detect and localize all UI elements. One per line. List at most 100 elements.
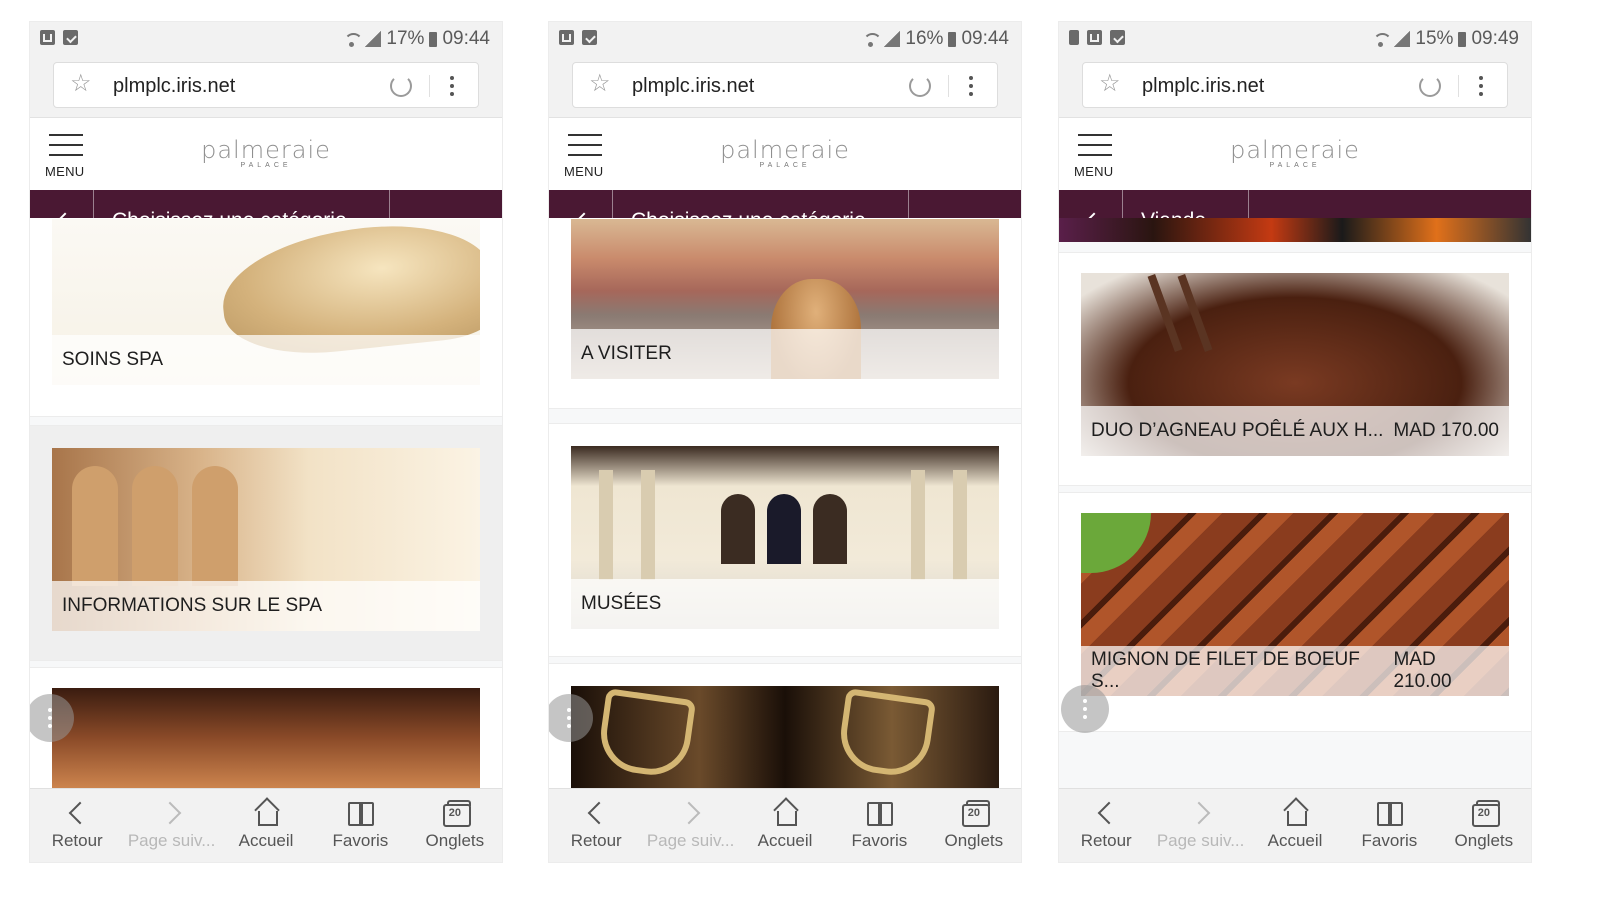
phone-screen-visits: 16% 09:44 ☆ plmplc.iris.net MENU palmera…	[549, 22, 1021, 862]
menu-item-list: DUO D’AGNEAU POÊLÉ AUX H... MAD 170.00 M…	[1059, 218, 1531, 797]
card-label: SOINS SPA	[52, 335, 480, 385]
bookmarks-icon	[864, 799, 894, 827]
back-arrow-icon	[581, 799, 611, 827]
address-bar[interactable]: ☆ plmplc.iris.net	[53, 62, 479, 108]
wifi-icon	[862, 32, 883, 47]
card-label: A VISITER	[571, 329, 999, 379]
list-item[interactable]: INFORMATIONS SUR LE SPA	[30, 425, 502, 661]
dish-price: MAD 170.00	[1393, 420, 1499, 441]
card-label: MIGNON DE FILET DE BOEUF S... MAD 210.00	[1081, 646, 1509, 696]
palmeraie-logo[interactable]: palmeraie PALACE	[30, 136, 502, 169]
signal-icon	[884, 31, 901, 47]
address-bar[interactable]: ☆ plmplc.iris.net	[1082, 62, 1508, 108]
floating-options-button[interactable]	[1061, 685, 1109, 733]
site-header: MENU palmeraie PALACE	[30, 118, 502, 190]
nav-home[interactable]: Accueil	[219, 789, 313, 862]
reload-icon[interactable]	[390, 75, 412, 97]
reload-icon[interactable]	[909, 75, 931, 97]
browser-bottom-nav: Retour Page suiv... Accueil Favoris 20 On…	[549, 788, 1021, 862]
gallery-notification-icon	[40, 30, 55, 45]
url-text[interactable]: plmplc.iris.net	[1142, 75, 1264, 98]
bookmarks-icon	[1374, 799, 1404, 827]
forward-arrow-icon	[676, 799, 706, 827]
wifi-icon	[1372, 32, 1393, 47]
nav-back[interactable]: Retour	[549, 789, 643, 862]
clock: 09:44	[442, 28, 490, 49]
battery-alert-icon	[1069, 30, 1079, 45]
url-text[interactable]: plmplc.iris.net	[632, 75, 754, 98]
nav-forward[interactable]: Page suiv...	[124, 789, 218, 862]
clock: 09:44	[961, 28, 1009, 49]
list-item[interactable]: SOINS SPA	[30, 218, 502, 417]
tabs-icon: 20	[440, 799, 471, 827]
nav-home[interactable]: Accueil	[1248, 789, 1342, 862]
nav-forward[interactable]: Page suiv...	[1153, 789, 1247, 862]
back-arrow-icon	[62, 799, 92, 827]
store-notification-icon	[63, 30, 78, 45]
battery-percent: 15%	[1415, 28, 1454, 49]
home-icon	[770, 799, 800, 827]
list-item[interactable]: MIGNON DE FILET DE BOEUF S... MAD 210.00	[1059, 492, 1531, 732]
site-header: MENU palmeraie PALACE	[549, 118, 1021, 190]
dish-name: MIGNON DE FILET DE BOEUF S...	[1091, 649, 1360, 692]
category-list: A VISITER MUSÉES	[549, 218, 1021, 797]
home-icon	[251, 799, 281, 827]
card-label: INFORMATIONS SUR LE SPA	[52, 581, 480, 631]
forward-arrow-icon	[1186, 799, 1216, 827]
bookmark-star-icon[interactable]: ☆	[1099, 72, 1121, 96]
nav-tabs[interactable]: 20 Onglets	[1437, 789, 1531, 862]
nav-forward[interactable]: Page suiv...	[643, 789, 737, 862]
wifi-icon	[343, 32, 364, 47]
more-options-icon[interactable]	[1479, 76, 1483, 96]
address-bar[interactable]: ☆ plmplc.iris.net	[572, 62, 998, 108]
grill-banner-image	[1059, 218, 1531, 242]
battery-percent: 17%	[386, 28, 425, 49]
gallery-notification-icon	[1087, 30, 1102, 45]
palmeraie-logo[interactable]: palmeraie PALACE	[549, 136, 1021, 169]
nav-bookmarks[interactable]: Favoris	[313, 789, 407, 862]
signal-icon	[365, 31, 382, 47]
status-bar: 16% 09:44	[549, 22, 1021, 56]
status-bar: 15% 09:49	[1059, 22, 1531, 56]
nav-back[interactable]: Retour	[1059, 789, 1153, 862]
browser-bottom-nav: Retour Page suiv... Accueil Favoris 20 On…	[1059, 788, 1531, 862]
battery-icon	[948, 31, 957, 47]
battery-icon	[429, 31, 438, 47]
list-item[interactable]	[30, 667, 502, 797]
dish-price: MAD 210.00	[1393, 649, 1452, 692]
store-notification-icon	[582, 30, 597, 45]
more-options-icon[interactable]	[969, 76, 973, 96]
more-options-icon[interactable]	[450, 76, 454, 96]
url-text[interactable]: plmplc.iris.net	[113, 75, 235, 98]
browser-bottom-nav: Retour Page suiv... Accueil Favoris 20 On…	[30, 788, 502, 862]
battery-icon	[1458, 31, 1467, 47]
dish-name: DUO D’AGNEAU POÊLÉ AUX H...	[1091, 420, 1384, 441]
list-item[interactable]: A VISITER	[549, 218, 1021, 409]
store-notification-icon	[1110, 30, 1125, 45]
card-label: MUSÉES	[571, 579, 999, 629]
signal-icon	[1394, 31, 1411, 47]
phone-screen-meat: 15% 09:49 ☆ plmplc.iris.net MENU palmera…	[1059, 22, 1531, 862]
home-icon	[1280, 799, 1310, 827]
list-item[interactable]	[549, 663, 1021, 797]
list-item[interactable]: MUSÉES	[549, 423, 1021, 657]
palmeraie-logo[interactable]: palmeraie PALACE	[1059, 136, 1531, 169]
bookmarks-icon	[345, 799, 375, 827]
bookmark-star-icon[interactable]: ☆	[70, 72, 92, 96]
battery-percent: 16%	[905, 28, 944, 49]
gallery-notification-icon	[559, 30, 574, 45]
back-arrow-icon	[1091, 799, 1121, 827]
reload-icon[interactable]	[1419, 75, 1441, 97]
nav-bookmarks[interactable]: Favoris	[1342, 789, 1436, 862]
forward-arrow-icon	[157, 799, 187, 827]
nav-home[interactable]: Accueil	[738, 789, 832, 862]
card-label: DUO D’AGNEAU POÊLÉ AUX H... MAD 170.00	[1081, 406, 1509, 456]
nav-bookmarks[interactable]: Favoris	[832, 789, 926, 862]
phone-screen-spa: 17% 09:44 ☆ plmplc.iris.net MENU palmera…	[30, 22, 502, 862]
list-item[interactable]: DUO D’AGNEAU POÊLÉ AUX H... MAD 170.00	[1059, 252, 1531, 486]
nav-tabs[interactable]: 20 Onglets	[408, 789, 502, 862]
nav-tabs[interactable]: 20 Onglets	[927, 789, 1021, 862]
status-bar: 17% 09:44	[30, 22, 502, 56]
nav-back[interactable]: Retour	[30, 789, 124, 862]
bookmark-star-icon[interactable]: ☆	[589, 72, 611, 96]
